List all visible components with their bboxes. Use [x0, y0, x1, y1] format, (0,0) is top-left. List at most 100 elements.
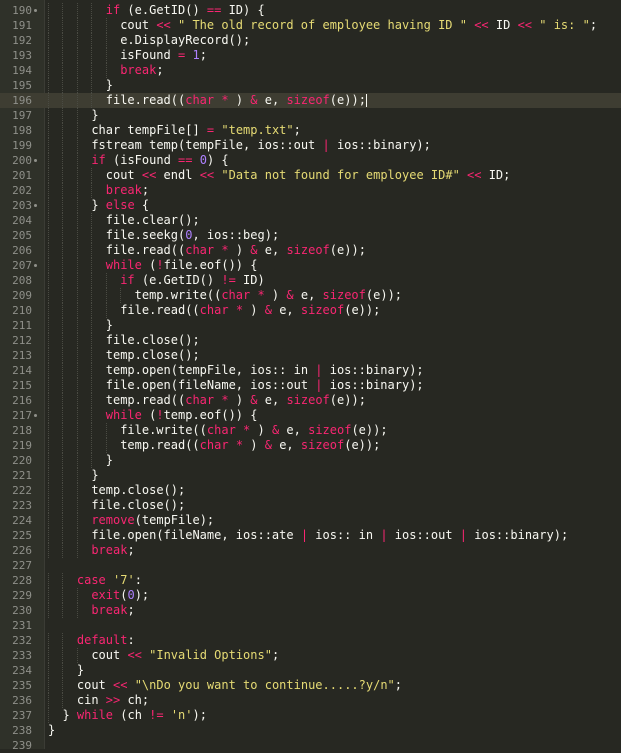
- code-line[interactable]: 212 file.close();: [0, 333, 621, 348]
- line-number: 206: [12, 244, 32, 257]
- code-line[interactable]: 198 char tempFile[] = "temp.txt";: [0, 123, 621, 138]
- code-token: *: [235, 438, 244, 452]
- code-token: 1: [192, 48, 200, 62]
- code-token: ): [228, 93, 251, 107]
- code-token: }: [105, 318, 113, 332]
- code-line[interactable]: 228 case '7':: [0, 573, 621, 588]
- indent-guide: [76, 333, 78, 348]
- code-token: sizeof: [322, 288, 366, 302]
- code-line[interactable]: 224 remove(tempFile);: [0, 513, 621, 528]
- code-line[interactable]: 204 file.clear();: [0, 213, 621, 228]
- code-line[interactable]: 209 temp.write((char * ) & e, sizeof(e));: [0, 288, 621, 303]
- indent-guide: [91, 168, 93, 183]
- fold-marker-icon[interactable]: [34, 159, 37, 162]
- code-line[interactable]: 211}: [0, 318, 621, 333]
- code-line[interactable]: 221}: [0, 468, 621, 483]
- indent-guide: [62, 633, 64, 648]
- code-line[interactable]: 201 cout << endl << "Data not found for e…: [0, 168, 621, 183]
- code-token: if: [105, 3, 121, 17]
- indent-guide: [76, 108, 78, 123]
- code-line[interactable]: 230 break;: [0, 603, 621, 618]
- code-text: char tempFile[] = "temp.txt";: [91, 123, 301, 138]
- code-line[interactable]: 193 isFound = 1;: [0, 48, 621, 63]
- code-token: !=: [221, 273, 236, 287]
- code-token: (e));: [329, 243, 366, 257]
- code-line[interactable]: 196 file.read((char * ) & e, sizeof(e));: [0, 93, 621, 108]
- code-token: &: [264, 438, 272, 452]
- line-number: 200: [12, 154, 32, 167]
- fold-marker-icon[interactable]: [34, 204, 37, 207]
- code-line[interactable]: 229 exit(0);: [0, 588, 621, 603]
- code-line[interactable]: 190 if (e.GetID() == ID) {: [0, 3, 621, 18]
- code-token: (e));: [351, 423, 388, 437]
- code-token: (e.GetID(): [120, 3, 207, 17]
- indent-guide: [48, 273, 49, 288]
- code-line[interactable]: 214 temp.open(tempFile, ios:: in | ios::b…: [0, 363, 621, 378]
- code-token: |: [315, 363, 323, 377]
- code-line[interactable]: 207 while (!file.eof()) {: [0, 258, 621, 273]
- code-line[interactable]: 197}: [0, 108, 621, 123]
- code-text: if (isFound == 0) {: [91, 153, 228, 168]
- code-line[interactable]: 223 file.close();: [0, 498, 621, 513]
- fold-marker-icon[interactable]: [34, 264, 37, 267]
- code-line[interactable]: 191 cout << " The old record of employee …: [0, 18, 621, 33]
- code-line[interactable]: 217 while (!temp.eof()) {: [0, 408, 621, 423]
- line-number: 218: [12, 424, 32, 437]
- code-token: }: [105, 78, 113, 92]
- code-line[interactable]: 235 cout << "\nDo you want to continue...…: [0, 678, 621, 693]
- code-token: !: [156, 408, 164, 422]
- code-line[interactable]: 206 file.read((char * ) & e, sizeof(e));: [0, 243, 621, 258]
- code-lines[interactable]: 190 if (e.GetID() == ID) {191 cout << " Th…: [0, 3, 621, 753]
- code-line[interactable]: 216 temp.read((char * ) & e, sizeof(e));: [0, 393, 621, 408]
- fold-marker-icon[interactable]: [34, 414, 37, 417]
- indent-guide: [105, 288, 107, 303]
- code-text: while (!file.eof()) {: [106, 258, 258, 273]
- code-line[interactable]: 215 file.open(fileName, ios::out | ios::b…: [0, 378, 621, 393]
- code-line[interactable]: 222 temp.close();: [0, 483, 621, 498]
- code-line[interactable]: 227: [0, 558, 621, 573]
- indent-guide: [48, 573, 49, 588]
- code-line[interactable]: 238}: [0, 723, 621, 738]
- code-line[interactable]: 194 break;: [0, 63, 621, 78]
- code-text: } else {: [91, 198, 149, 213]
- code-text: file.read((char * ) & e, sizeof(e));: [106, 243, 366, 258]
- code-line[interactable]: 210 file.read((char * ) & e, sizeof(e));: [0, 303, 621, 318]
- code-line[interactable]: 225 file.open(fileName, ios::ate | ios:: …: [0, 528, 621, 543]
- code-line[interactable]: 234}: [0, 663, 621, 678]
- code-line[interactable]: 199 fstream temp(tempFile, ios::out | ios…: [0, 138, 621, 153]
- code-line[interactable]: 203} else {: [0, 198, 621, 213]
- code-text: file.read((char * ) & e, sizeof(e));: [106, 93, 367, 108]
- indent-guide: [76, 63, 78, 78]
- fold-marker-icon[interactable]: [34, 9, 37, 12]
- indent-guide: [62, 33, 64, 48]
- code-line[interactable]: 205 file.seekg(0, ios::beg);: [0, 228, 621, 243]
- code-text: temp.close();: [91, 483, 185, 498]
- code-text: file.write((char * ) & e, sizeof(e));: [120, 423, 387, 438]
- code-line[interactable]: 195}: [0, 78, 621, 93]
- indent-guide: [62, 198, 64, 213]
- code-line[interactable]: 239: [0, 738, 621, 753]
- code-line[interactable]: 226 break;: [0, 543, 621, 558]
- code-line[interactable]: 213 temp.close();: [0, 348, 621, 363]
- line-number: 195: [12, 79, 32, 92]
- code-line[interactable]: 233 cout << "Invalid Options";: [0, 648, 621, 663]
- code-line[interactable]: 236 cin >> ch;: [0, 693, 621, 708]
- line-number: 224: [12, 514, 32, 527]
- code-line[interactable]: 200 if (isFound == 0) {: [0, 153, 621, 168]
- code-line[interactable]: 192 e.DisplayRecord();: [0, 33, 621, 48]
- code-line[interactable]: 202 break;: [0, 183, 621, 198]
- code-token: sizeof: [308, 423, 352, 437]
- code-line[interactable]: 231: [0, 618, 621, 633]
- code-token: (: [141, 258, 157, 272]
- indent-guide: [62, 213, 64, 228]
- code-editor[interactable]: 190 if (e.GetID() == ID) {191 cout << " Th…: [0, 0, 621, 752]
- indent-guide: [76, 513, 78, 528]
- code-line[interactable]: 208 if (e.GetID() != ID): [0, 273, 621, 288]
- code-line[interactable]: 218 file.write((char * ) & e, sizeof(e));: [0, 423, 621, 438]
- indent-guide: [76, 213, 78, 228]
- code-line[interactable]: 237} while (ch != 'n');: [0, 708, 621, 723]
- code-line[interactable]: 219 temp.read((char * ) & e, sizeof(e));: [0, 438, 621, 453]
- code-line[interactable]: 232 default:: [0, 633, 621, 648]
- code-line[interactable]: 220}: [0, 453, 621, 468]
- code-token: *: [221, 393, 229, 407]
